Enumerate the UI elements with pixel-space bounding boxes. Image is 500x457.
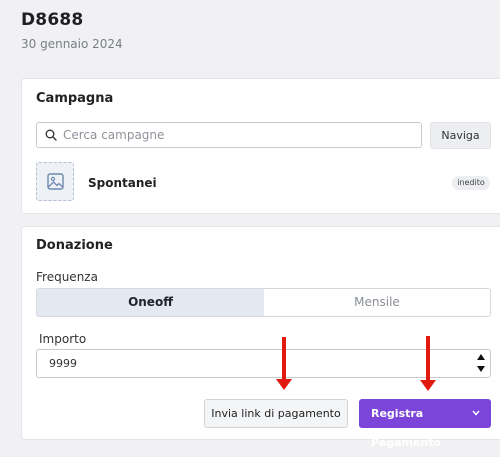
- chevron-down-icon[interactable]: [472, 410, 480, 416]
- register-payment-button[interactable]: Registra Pagamento: [359, 399, 491, 449]
- donation-card-title: Donazione: [36, 238, 113, 253]
- status-badge: inedito: [452, 176, 490, 190]
- order-id: D8688: [21, 10, 84, 30]
- frequency-toggle: Oneoff Mensile: [36, 288, 491, 317]
- amount-label: Importo: [39, 332, 87, 346]
- navigate-button[interactable]: Naviga: [430, 122, 491, 149]
- annotation-arrow-register: [420, 336, 436, 391]
- campaign-card-title: Campagna: [36, 91, 114, 106]
- decrement-icon[interactable]: [477, 366, 485, 372]
- send-payment-link-button[interactable]: Invia link di pagamento: [204, 399, 348, 428]
- image-placeholder-icon: [47, 173, 64, 190]
- search-icon: [45, 129, 57, 141]
- increment-icon[interactable]: [477, 354, 485, 360]
- annotation-arrow-send-link: [276, 337, 292, 390]
- frequency-label: Frequenza: [36, 270, 98, 284]
- donation-card: Donazione Frequenza Oneoff Mensile Impor…: [21, 226, 500, 449]
- order-date: 30 gennaio 2024: [21, 37, 123, 51]
- amount-input[interactable]: [49, 350, 449, 377]
- amount-stepper[interactable]: [476, 353, 486, 375]
- page-header: D8688 30 gennaio 2024: [21, 10, 123, 51]
- campaign-card: Campagna Naviga Spontanei inedito: [21, 78, 500, 214]
- frequency-option-mensile[interactable]: Mensile: [264, 289, 490, 316]
- campaign-name[interactable]: Spontanei: [88, 176, 157, 190]
- frequency-option-oneoff[interactable]: Oneoff: [37, 289, 264, 316]
- campaign-search-input[interactable]: [63, 123, 413, 147]
- register-payment-label: Registra Pagamento: [371, 407, 442, 449]
- campaign-search-box[interactable]: [36, 122, 422, 148]
- campaign-thumbnail: [36, 162, 74, 201]
